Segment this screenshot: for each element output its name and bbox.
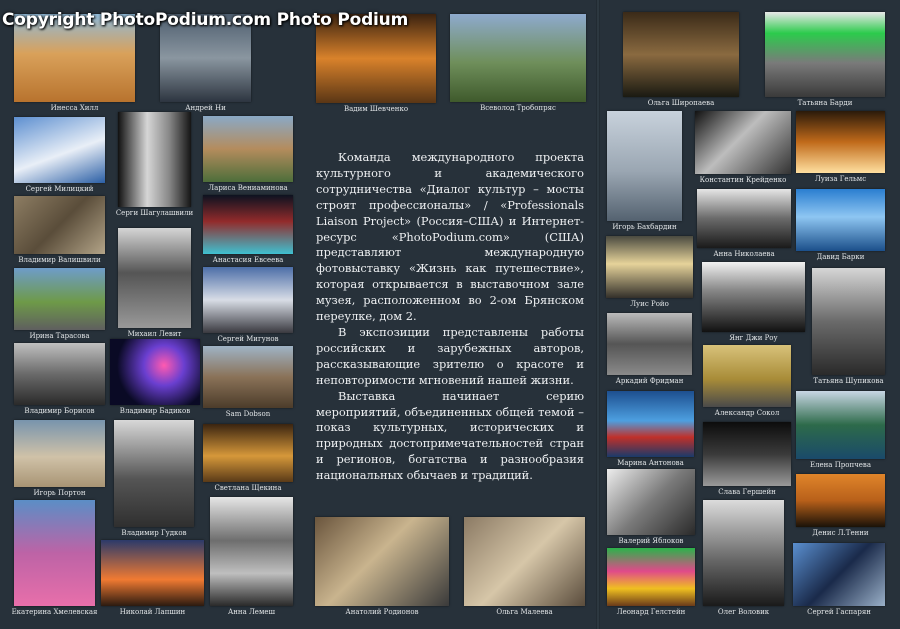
photo-author-caption: Леонард Гелстейн: [616, 608, 686, 616]
photo-author-caption: Екатерина Хмелевская: [11, 608, 98, 616]
photo-author-caption: Сергей Гаспарян: [807, 608, 871, 616]
photo-author-caption: Денис Л.Тенни: [812, 529, 869, 537]
exhibition-photo: [607, 313, 692, 375]
exhibition-photo: [702, 262, 805, 332]
photo-author-caption: Владимир Борисов: [24, 407, 95, 415]
photo-author-caption: Александр Сокол: [714, 409, 780, 417]
page-spine: [596, 0, 600, 629]
photo-author-caption: Анна Лемеш: [227, 608, 276, 616]
photo-author-caption: Владимир Гудков: [121, 529, 187, 537]
photo-author-caption: Владимир Бадиков: [119, 407, 191, 415]
photo-author-caption: Ольга Малеева: [496, 608, 553, 616]
photo-author-caption: Николай Лапшин: [119, 608, 186, 616]
photo-author-caption: Луиза Гельмс: [814, 175, 867, 183]
exhibition-photo: [203, 346, 293, 408]
photo-author-caption: Анатолий Родионов: [345, 608, 419, 616]
exhibition-photo: [796, 111, 885, 173]
photo-author-caption: Игорь Бахбардин: [612, 223, 677, 231]
exhibition-photo: [210, 497, 293, 606]
exhibition-photo: [796, 189, 885, 251]
exhibition-photo: [703, 345, 791, 407]
exhibition-photo: [203, 195, 293, 254]
photo-author-caption: Константин Крейденко: [699, 176, 787, 184]
photo-author-caption: Всеволод Тробопряс: [480, 104, 556, 112]
exhibition-photo: [450, 14, 586, 102]
photo-author-caption: Анастасия Евсеева: [212, 256, 284, 264]
exhibition-photo: [606, 236, 693, 298]
exhibition-photo: [315, 517, 449, 606]
exhibition-photo: [464, 517, 585, 606]
exhibition-photo: [101, 540, 204, 606]
description-paragraph-1: Команда международного проекта культурно…: [316, 150, 584, 324]
exhibition-photo: [203, 267, 293, 333]
exhibition-photo: [695, 111, 791, 174]
photo-author-caption: Михаил Левит: [127, 330, 182, 338]
photo-author-caption: Валерий Яблоков: [618, 537, 684, 545]
photo-author-caption: Сергей Мигунов: [217, 335, 279, 343]
photo-author-caption: Луис Ройо: [630, 300, 669, 308]
exhibition-photo: [607, 469, 695, 535]
exhibition-photo: [697, 189, 791, 248]
description-paragraph-2: В экспозиции представлены работы российс…: [316, 324, 584, 387]
photo-author-caption: Марина Антонова: [617, 459, 684, 467]
photo-author-caption: Игорь Портон: [33, 489, 86, 497]
photo-author-caption: Татьяна Барди: [797, 99, 853, 107]
exhibition-description: Команда международного проекта культурно…: [316, 150, 584, 484]
photo-author-caption: Татьяна Шупикова: [813, 377, 884, 385]
exhibition-photo: [765, 12, 885, 97]
exhibition-photo: [118, 112, 191, 207]
exhibition-photo: [110, 339, 200, 405]
exhibition-photo: [203, 424, 293, 482]
photo-author-caption: Серги Шагулашвили: [115, 209, 194, 217]
photo-author-caption: Андрей Ни: [185, 104, 226, 112]
photo-author-caption: Светлана Щекина: [214, 484, 282, 492]
exhibition-photo: [14, 420, 105, 487]
exhibition-photo: [703, 422, 791, 486]
photo-author-caption: Ольга Широпаева: [647, 99, 715, 107]
exhibition-photo: [793, 543, 885, 606]
exhibition-photo: [623, 12, 739, 97]
exhibition-photo: [703, 500, 784, 606]
exhibition-photo: [203, 116, 293, 182]
photo-author-caption: Вадим Шевченко: [343, 105, 409, 113]
exhibition-photo: [14, 117, 105, 183]
exhibition-photo: [812, 268, 885, 375]
exhibition-photo: [14, 343, 105, 405]
photo-author-caption: Анна Николаева: [713, 250, 775, 258]
exhibition-photo: [14, 500, 95, 606]
exhibition-photo: [607, 391, 694, 457]
exhibition-photo: [118, 228, 191, 328]
photo-author-caption: Олег Воловик: [717, 608, 770, 616]
exhibition-photo: [114, 420, 194, 527]
photo-author-caption: Владимир Валишвили: [18, 256, 101, 264]
photo-author-caption: Инесса Хилл: [50, 104, 99, 112]
exhibition-photo: [796, 391, 885, 459]
exhibition-photo: [14, 268, 105, 330]
brochure-spread: Copyright PhotoPodium.com Photo Podium К…: [0, 0, 900, 629]
photo-author-caption: Давид Барки: [816, 253, 865, 261]
exhibition-photo: [607, 111, 682, 221]
copyright-watermark: Copyright PhotoPodium.com Photo Podium: [2, 10, 409, 30]
photo-author-caption: Сергей Милицкий: [25, 185, 94, 193]
exhibition-photo: [607, 548, 695, 606]
photo-author-caption: Аркадий Фридман: [615, 377, 684, 385]
photo-author-caption: Елена Пропчева: [809, 461, 872, 469]
exhibition-photo: [14, 196, 105, 254]
photo-author-caption: Sam Dobson: [225, 410, 271, 418]
photo-author-caption: Лариса Вениаминова: [208, 184, 288, 192]
exhibition-photo: [796, 474, 885, 527]
photo-author-caption: Слава Гершейн: [718, 488, 776, 496]
description-paragraph-3: Выставка начинает серию мероприятий, объ…: [316, 388, 584, 483]
photo-author-caption: Ирина Тарасова: [29, 332, 90, 340]
photo-author-caption: Янг Джи Роу: [729, 334, 778, 342]
